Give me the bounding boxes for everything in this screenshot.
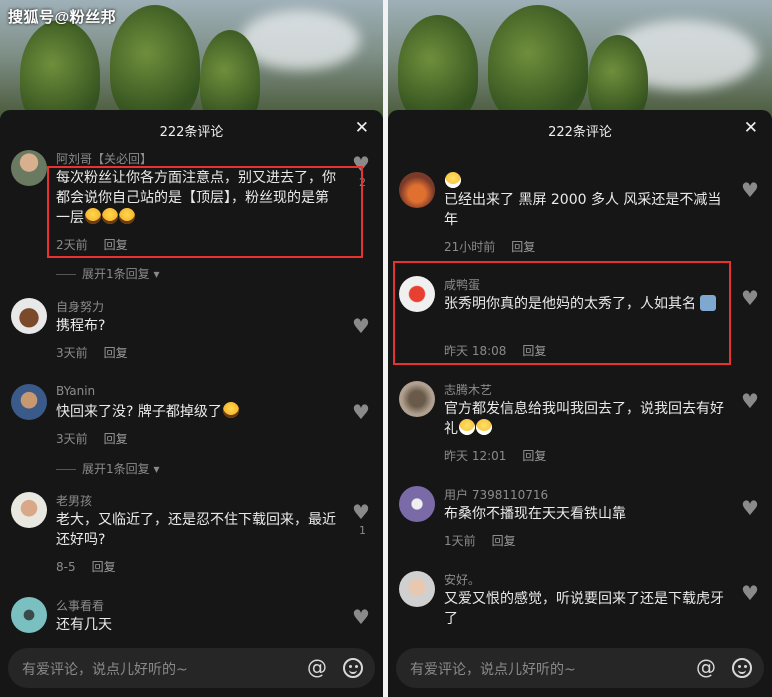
close-icon[interactable]: ✕ xyxy=(744,118,758,138)
comment-author[interactable]: 用户 7398110716 xyxy=(444,486,548,503)
left-screenshot-panel: 搜狐号@粉丝邦 222条评论 ✕ 阿刘哥【关必回】 每次粉丝让你各方面注意点，别… xyxy=(0,0,383,697)
heart-icon[interactable]: ♥ xyxy=(351,500,371,524)
laugh-cry-emoji-icon xyxy=(222,402,239,418)
heart-icon[interactable]: ♥ xyxy=(740,178,760,202)
cloud xyxy=(240,10,360,70)
comment-text: 已经出来了 黑屏 2000 多人 风采还是不减当年 xyxy=(444,192,722,228)
expand-replies-label: 展开1条回复 xyxy=(82,267,150,281)
heart-icon[interactable]: ♥ xyxy=(740,286,760,310)
at-mention-icon[interactable]: @ xyxy=(696,655,716,679)
comment-meta: 3天前 回复 xyxy=(56,344,128,361)
heart-icon[interactable]: ♥ xyxy=(740,581,760,605)
heart-icon[interactable]: ♥ xyxy=(740,389,760,413)
comment-author[interactable] xyxy=(444,172,461,189)
reply-button[interactable]: 回复 xyxy=(104,432,128,446)
comment-text: 还有几天 xyxy=(56,617,112,633)
comment-meta: 21小时前 回复 xyxy=(444,238,535,255)
grin-emoji-icon xyxy=(459,419,475,435)
heart-icon[interactable]: ♥ xyxy=(351,314,371,338)
comment-count-title: 222条评论 xyxy=(159,125,224,140)
tree xyxy=(398,15,478,125)
video-background xyxy=(388,0,772,125)
comment-input-bar[interactable]: 有爱评论，说点儿好听的~ @ xyxy=(396,648,764,688)
emoji-picker-icon[interactable] xyxy=(343,658,363,678)
reply-button[interactable]: 回复 xyxy=(522,449,546,463)
comment-input-bar[interactable]: 有爱评论，说点儿好听的~ @ xyxy=(8,648,375,688)
comment-item: 自身努力 携程布? 3天前 回复 ♥ xyxy=(0,298,383,368)
comment-text: 布桑你不播现在天天看铁山靠 xyxy=(444,506,626,522)
comment-sheet: 222条评论 ✕ 已经出来了 黑屏 2000 多人 风采还是不减当年 21小时前… xyxy=(388,110,772,697)
expand-replies-label: 展开1条回复 xyxy=(82,462,150,476)
avatar[interactable] xyxy=(399,381,435,417)
right-screenshot-panel: 222条评论 ✕ 已经出来了 黑屏 2000 多人 风采还是不减当年 21小时前… xyxy=(388,0,772,697)
comment-time: 8-5 xyxy=(56,560,76,574)
expand-replies-button[interactable]: 展开1条回复 ▾ xyxy=(56,460,159,477)
comment-input-placeholder[interactable]: 有爱评论，说点儿好听的~ xyxy=(22,659,188,679)
comment-item: BYanin 快回来了没? 牌子都掉级了 3天前 回复 ♥ xyxy=(0,384,383,454)
at-mention-icon[interactable]: @ xyxy=(307,655,327,679)
comment-input-placeholder[interactable]: 有爱评论，说点儿好听的~ xyxy=(410,659,576,679)
comment-meta: 3天前 回复 xyxy=(56,430,128,447)
reply-button[interactable]: 回复 xyxy=(511,240,535,254)
comment-sheet: 222条评论 ✕ 阿刘哥【关必回】 每次粉丝让你各方面注意点，别又进去了，你都会… xyxy=(0,110,383,697)
comment-meta: 昨天 12:01 回复 xyxy=(444,447,546,464)
comment-item: 么事看看 还有几天 ♥ xyxy=(0,597,383,647)
tree xyxy=(110,5,200,125)
red-highlight-box xyxy=(47,166,363,258)
sheet-header: 222条评论 ✕ xyxy=(0,110,383,148)
comment-author[interactable]: BYanin xyxy=(56,384,95,398)
comment-author[interactable]: 么事看看 xyxy=(56,597,104,614)
expand-replies-button[interactable]: 展开1条回复 ▾ xyxy=(56,265,159,282)
heart-icon[interactable]: ♥ xyxy=(740,496,760,520)
heart-icon[interactable]: ♥ xyxy=(351,605,371,629)
comment-text: 又爱又恨的感觉，听说要回来了还是下载虎牙了 xyxy=(444,591,724,627)
avatar[interactable] xyxy=(11,597,47,633)
like-count: 1 xyxy=(359,524,366,537)
comment-time: 21小时前 xyxy=(444,240,496,254)
comment-author[interactable]: 自身努力 xyxy=(56,298,104,315)
comment-time: 昨天 12:01 xyxy=(444,449,507,463)
avatar[interactable] xyxy=(11,384,47,420)
comment-meta: 1天前 回复 xyxy=(444,532,516,549)
reply-button[interactable]: 回复 xyxy=(92,560,116,574)
comment-item: 老男孩 老大，又临近了，还是忍不住下载回来，最近还好吗? 8-5 回复 ♥ 1 xyxy=(0,492,383,582)
emoji-picker-icon[interactable] xyxy=(732,658,752,678)
comment-text: 携程布? xyxy=(56,318,106,334)
comment-time: 3天前 xyxy=(56,432,88,446)
heart-icon[interactable]: ♥ xyxy=(351,400,371,424)
red-highlight-box xyxy=(393,261,731,365)
comment-author[interactable]: 志腾木艺 xyxy=(444,381,492,398)
reply-button[interactable]: 回复 xyxy=(492,534,516,548)
reply-button[interactable]: 回复 xyxy=(104,346,128,360)
comment-text-content: 快回来了没? 牌子都掉级了 xyxy=(56,404,222,420)
avatar[interactable] xyxy=(399,172,435,208)
sheet-header: 222条评论 ✕ xyxy=(388,110,772,148)
avatar[interactable] xyxy=(11,492,47,528)
close-icon[interactable]: ✕ xyxy=(355,118,369,138)
comment-text: 官方都发信息给我叫我回去了，说我回去有好礼 xyxy=(444,399,729,439)
comment-author[interactable]: 安好。 xyxy=(444,571,480,588)
avatar[interactable] xyxy=(11,298,47,334)
comment-author[interactable]: 阿刘哥【关必回】 xyxy=(56,150,152,167)
comment-text: 老大，又临近了，还是忍不住下载回来，最近还好吗? xyxy=(56,512,336,548)
comment-text: 快回来了没? 牌子都掉级了 xyxy=(56,402,341,422)
comment-count-title: 222条评论 xyxy=(548,125,612,140)
comment-item: 用户 7398110716 布桑你不播现在天天看铁山靠 1天前 回复 ♥ xyxy=(388,486,772,556)
comment-meta: 8-5 回复 xyxy=(56,558,116,575)
comment-time: 3天前 xyxy=(56,346,88,360)
grin-emoji-icon xyxy=(476,419,492,435)
avatar[interactable] xyxy=(399,486,435,522)
comment-item: 志腾木艺 官方都发信息给我叫我回去了，说我回去有好礼 昨天 12:01 回复 ♥ xyxy=(388,381,772,471)
comment-item: 已经出来了 黑屏 2000 多人 风采还是不减当年 21小时前 回复 ♥ xyxy=(388,172,772,262)
sohu-watermark: 搜狐号@粉丝邦 xyxy=(8,9,117,26)
avatar[interactable] xyxy=(11,150,47,186)
comment-time: 1天前 xyxy=(444,534,476,548)
comment-item: 安好。 又爱又恨的感觉，听说要回来了还是下载虎牙了 ♥ xyxy=(388,571,772,641)
tree xyxy=(488,5,588,125)
avatar[interactable] xyxy=(399,571,435,607)
comment-author[interactable]: 老男孩 xyxy=(56,492,92,509)
grin-emoji-icon xyxy=(445,172,461,188)
